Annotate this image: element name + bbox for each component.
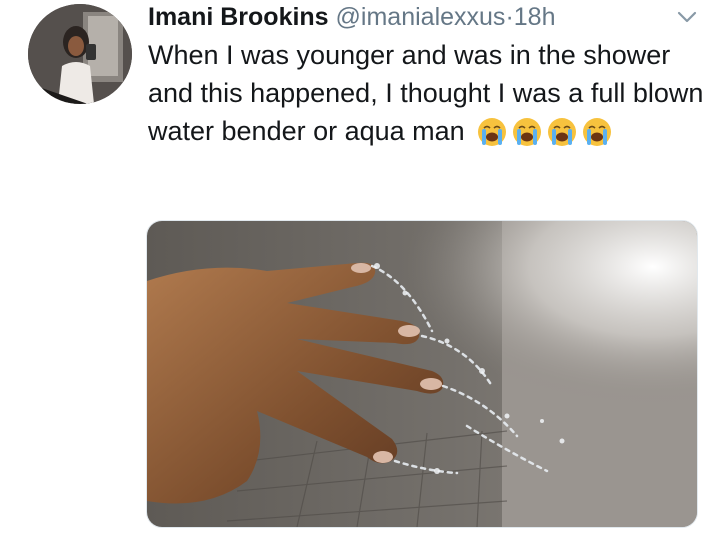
loudly-crying-face-icon bbox=[478, 117, 507, 146]
tweet-header: Imani Brookins @imanialexxus·18h bbox=[148, 2, 555, 32]
emoji-group bbox=[476, 114, 616, 152]
shower-hand-photo bbox=[147, 221, 697, 527]
tweet-timestamp[interactable]: 18h bbox=[514, 3, 556, 31]
separator-dot: · bbox=[505, 3, 514, 31]
avatar-photo bbox=[28, 4, 132, 104]
loudly-crying-face-icon bbox=[513, 117, 542, 146]
avatar[interactable] bbox=[28, 4, 132, 104]
loudly-crying-face-icon bbox=[548, 117, 577, 146]
author-name[interactable]: Imani Brookins bbox=[148, 3, 329, 31]
chevron-down-icon[interactable] bbox=[674, 6, 700, 28]
tweet-body: When I was younger and was in the shower… bbox=[148, 40, 704, 146]
author-handle[interactable]: @imanialexxus bbox=[336, 3, 506, 31]
tweet-text: When I was younger and was in the shower… bbox=[148, 36, 708, 152]
loudly-crying-face-icon bbox=[583, 117, 612, 146]
tweet-media-photo[interactable] bbox=[146, 220, 698, 528]
